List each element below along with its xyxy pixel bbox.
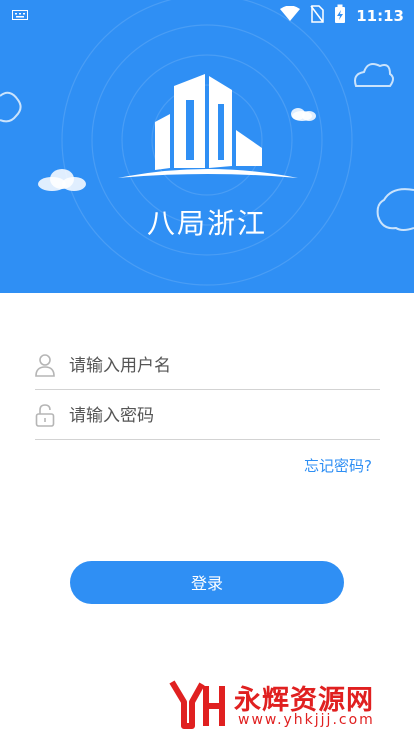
password-field[interactable] [35, 393, 380, 440]
wifi-icon [280, 5, 301, 26]
keyboard-icon [12, 8, 28, 24]
status-time: 11:13 [356, 7, 404, 25]
watermark: 永辉资源网 www.yhkjjj.com [168, 676, 398, 732]
watermark-logo-icon [168, 676, 228, 732]
watermark-url: www.yhkjjj.com [238, 712, 375, 728]
building-logo-icon [110, 70, 304, 190]
status-bar: 11:13 [0, 0, 414, 28]
battery-charging-icon [334, 4, 346, 28]
forgot-password-link[interactable]: 忘记密码? [304, 455, 372, 476]
password-input[interactable] [67, 393, 371, 439]
header-banner: 11:13 八局浙江 [0, 0, 414, 293]
user-icon [35, 353, 55, 377]
login-button[interactable]: 登录 [70, 561, 344, 604]
username-input[interactable] [67, 343, 371, 389]
username-field[interactable] [35, 343, 380, 390]
lock-icon [35, 403, 55, 427]
no-sim-icon [310, 5, 324, 27]
brand-title: 八局浙江 [146, 207, 267, 240]
